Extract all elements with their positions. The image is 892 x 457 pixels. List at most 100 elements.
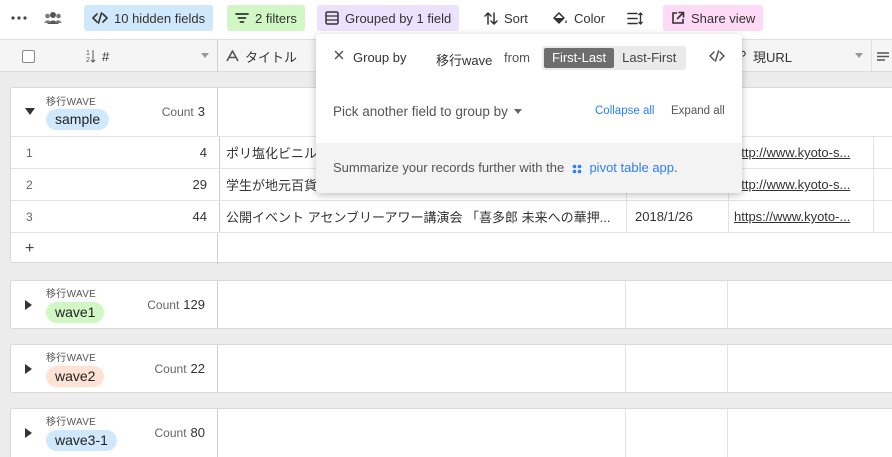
row-height-icon: [627, 11, 643, 25]
svg-text:2: 2: [86, 57, 90, 63]
pick-another-field-button[interactable]: Pick another field to group by: [333, 104, 522, 119]
popover-footer: Summarize your records further with the …: [316, 143, 742, 193]
collaborators-button[interactable]: [42, 5, 70, 31]
group-count-value: 80: [190, 425, 205, 440]
chevron-down-icon[interactable]: [201, 53, 209, 58]
autonumber-icon: 12: [86, 50, 96, 63]
column-divider: [727, 281, 728, 328]
view-toolbar: 10 hidden fields 2 filters Grouped by 1 …: [0, 0, 892, 38]
group-header-left: 移行WAVE wave3-1 Count 80: [11, 409, 218, 457]
group-header-left: 移行WAVE wave1 Count 129: [11, 281, 218, 328]
group-value-chip: sample: [46, 109, 110, 130]
cell-number[interactable]: 44: [51, 201, 213, 232]
group-count: Count 129: [147, 297, 205, 312]
group-field-select[interactable]: 移行wave: [436, 50, 492, 69]
group-count-label: Count: [147, 298, 180, 312]
remove-group-icon[interactable]: [334, 50, 344, 60]
group-wave2[interactable]: 移行WAVE wave2 Count 22: [10, 344, 892, 393]
cell-url[interactable]: https://www.kyoto-...: [728, 201, 873, 232]
group-field-label: 移行WAVE: [46, 353, 97, 364]
collapse-all-button[interactable]: Collapse all: [595, 105, 654, 117]
pivot-summary: Summarize your records further with the …: [333, 160, 678, 175]
group-count: Count 3: [162, 104, 205, 119]
group-value-chip: wave1: [46, 302, 105, 323]
order-last-first-option[interactable]: Last-First: [614, 48, 684, 68]
order-first-last-option[interactable]: First-Last: [544, 48, 615, 68]
expand-triangle-icon[interactable]: [25, 300, 33, 310]
column-header-number[interactable]: 12 #: [56, 40, 218, 72]
add-record-button[interactable]: +: [11, 233, 218, 264]
cell-partial[interactable]: [873, 137, 892, 168]
group-count-value: 3: [197, 104, 205, 119]
select-all-checkbox[interactable]: [21, 49, 35, 63]
column-header-url[interactable]: 現URL: [727, 40, 872, 72]
group-button[interactable]: Grouped by 1 field: [317, 5, 460, 31]
cell-url[interactable]: http://www.kyoto-s...: [728, 169, 873, 200]
filter-icon: [235, 13, 249, 23]
cell-url[interactable]: http://www.kyoto-s...: [728, 137, 873, 168]
text-field-icon: [226, 50, 239, 62]
share-icon: [672, 11, 685, 24]
share-view-label: Share view: [691, 10, 756, 26]
collapse-triangle-icon[interactable]: [25, 108, 35, 116]
cell-partial[interactable]: [873, 169, 892, 200]
apps-icon: [572, 164, 582, 173]
table-row[interactable]: 3 44 公開イベント アセンブリーアワー講演会 「喜多郎 未来への華押... …: [11, 200, 892, 232]
group-rule-row: Group by 移行wave from First-Last Last-Fir…: [316, 46, 742, 70]
column-header-url-label: 現URL: [753, 49, 793, 65]
cell-number[interactable]: 29: [51, 169, 213, 200]
pivot-table-app-link[interactable]: pivot table app: [589, 160, 674, 175]
column-header-title-label: タイトル: [245, 49, 298, 65]
column-header-number-label: #: [102, 48, 110, 64]
hide-field-toggle-icon[interactable]: [709, 50, 725, 62]
group-count-label: Count: [161, 105, 194, 119]
column-divider: [727, 409, 728, 457]
paint-bucket-icon: [553, 12, 567, 24]
group-field-label: 移行WAVE: [46, 97, 97, 108]
group-field-label: 移行WAVE: [46, 289, 97, 300]
more-options-button[interactable]: [8, 5, 36, 31]
row-index: 2: [26, 177, 33, 192]
row-index: 1: [26, 145, 33, 160]
hide-fields-icon: [92, 12, 108, 24]
group-by-popover: Group by 移行wave from First-Last Last-Fir…: [316, 34, 742, 193]
people-icon: [44, 12, 62, 24]
cell-number[interactable]: 4: [51, 137, 213, 168]
svg-text:1: 1: [86, 50, 90, 57]
pivot-summary-period: .: [674, 160, 678, 175]
pick-another-field-label: Pick another field to group by: [333, 104, 508, 119]
group-wave3-1[interactable]: 移行WAVE wave3-1 Count 80: [10, 408, 892, 457]
hidden-fields-button[interactable]: 10 hidden fields: [84, 5, 214, 31]
add-record-row[interactable]: +: [11, 232, 892, 264]
group-count-value: 129: [183, 297, 205, 312]
chevron-down-icon[interactable]: [855, 53, 863, 58]
cell-title[interactable]: 公開イベント アセンブリーアワー講演会 「喜多郎 未来への華押...: [219, 201, 625, 232]
expand-triangle-icon[interactable]: [25, 428, 33, 438]
expand-all-button[interactable]: Expand all: [671, 105, 725, 117]
column-divider: [625, 281, 626, 328]
sort-label: Sort: [504, 10, 528, 26]
group-icon: [325, 11, 339, 25]
column-header-partial[interactable]: [872, 40, 892, 72]
column-divider: [625, 345, 626, 392]
filters-button[interactable]: 2 filters: [227, 5, 305, 31]
color-button[interactable]: Color: [546, 5, 611, 31]
sort-icon: [484, 11, 498, 25]
cell-partial[interactable]: [873, 201, 892, 232]
group-field-label: 移行WAVE: [46, 417, 97, 428]
ellipsis-icon: [11, 16, 27, 20]
group-value-chip: wave2: [46, 366, 105, 387]
cell-date[interactable]: 2018/1/26: [626, 201, 728, 232]
group-wave1[interactable]: 移行WAVE wave1 Count 129: [10, 280, 892, 329]
expand-triangle-icon[interactable]: [25, 364, 33, 374]
select-all-cell: [0, 40, 56, 72]
sort-button[interactable]: Sort: [478, 5, 534, 31]
group-count-label: Count: [154, 426, 187, 440]
row-height-button[interactable]: [625, 5, 651, 31]
pivot-summary-text: Summarize your records further with the: [333, 160, 565, 175]
group-value-chip: wave3-1: [46, 430, 117, 451]
chevron-down-icon: [513, 109, 522, 114]
grouped-label: Grouped by 1 field: [345, 10, 452, 26]
share-view-button[interactable]: Share view: [663, 5, 764, 31]
column-divider: [625, 409, 626, 457]
